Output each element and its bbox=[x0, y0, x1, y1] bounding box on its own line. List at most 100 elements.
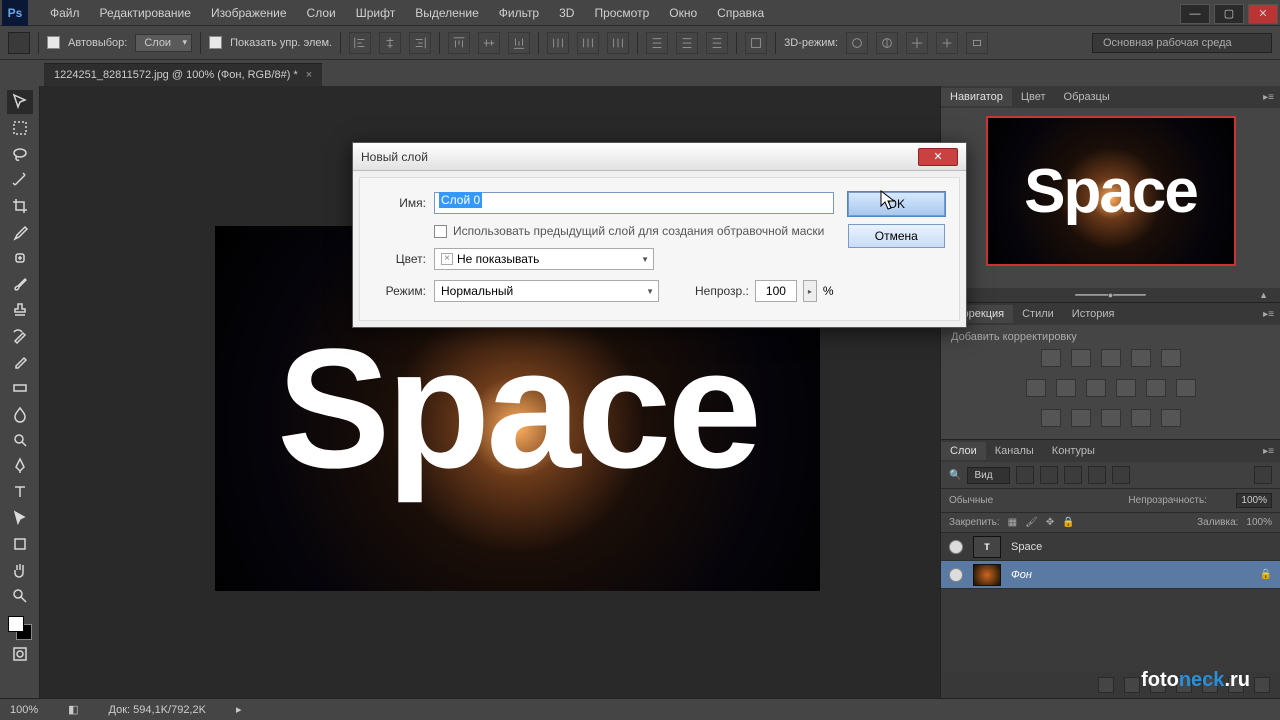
magic-wand-tool-icon[interactable] bbox=[7, 168, 33, 192]
navigator-thumbnail[interactable]: Space bbox=[986, 116, 1236, 266]
fill-value[interactable]: 100% bbox=[1246, 517, 1272, 528]
move-tool-icon[interactable] bbox=[7, 90, 33, 114]
adj-more-icon[interactable] bbox=[1176, 379, 1196, 397]
ok-button[interactable]: OK bbox=[848, 192, 945, 216]
filter-shape-icon[interactable] bbox=[1088, 466, 1106, 484]
history-brush-tool-icon[interactable] bbox=[7, 324, 33, 348]
tab-layers[interactable]: Слои bbox=[941, 442, 986, 460]
align-right-icon[interactable] bbox=[409, 32, 431, 54]
menu-select[interactable]: Выделение bbox=[405, 2, 489, 24]
visibility-icon[interactable] bbox=[949, 568, 963, 582]
tab-swatches[interactable]: Образцы bbox=[1055, 88, 1119, 106]
distribute-h3-icon[interactable] bbox=[607, 32, 629, 54]
blend-mode-dropdown[interactable]: Обычные bbox=[949, 495, 1099, 506]
document-tab[interactable]: 1224251_82811572.jpg @ 100% (Фон, RGB/8#… bbox=[44, 63, 322, 86]
menu-3d[interactable]: 3D bbox=[549, 2, 584, 24]
status-arrow-icon[interactable]: ▸ bbox=[236, 703, 242, 716]
color-dropdown[interactable]: ×Не показывать bbox=[434, 248, 654, 270]
distribute-v2-icon[interactable] bbox=[676, 32, 698, 54]
menu-filter[interactable]: Фильтр bbox=[489, 2, 549, 24]
tab-paths[interactable]: Контуры bbox=[1043, 442, 1104, 460]
collapse-adj-icon[interactable]: ▸≡ bbox=[1257, 309, 1280, 320]
adj-bw-icon[interactable] bbox=[1056, 379, 1076, 397]
filter-smart-icon[interactable] bbox=[1112, 466, 1130, 484]
navigator-zoom-slider[interactable]: ▲━━━━━━●━━━━━━▲ bbox=[941, 288, 1280, 302]
3d-pan-icon[interactable] bbox=[906, 32, 928, 54]
menu-file[interactable]: Файл bbox=[40, 2, 90, 24]
align-top-icon[interactable] bbox=[448, 32, 470, 54]
align-hcenter-icon[interactable] bbox=[379, 32, 401, 54]
adj-mixer-icon[interactable] bbox=[1116, 379, 1136, 397]
tab-navigator[interactable]: Навигатор bbox=[941, 88, 1012, 106]
current-tool-icon[interactable] bbox=[8, 32, 30, 54]
dialog-close-button[interactable]: ✕ bbox=[918, 148, 958, 166]
workspace-selector[interactable]: Основная рабочая среда bbox=[1092, 33, 1272, 53]
blur-tool-icon[interactable] bbox=[7, 402, 33, 426]
link-layers-icon[interactable] bbox=[1098, 677, 1114, 693]
gradient-tool-icon[interactable] bbox=[7, 376, 33, 400]
3d-zoom-icon[interactable] bbox=[966, 32, 988, 54]
distribute-h-icon[interactable] bbox=[547, 32, 569, 54]
lock-position-icon[interactable]: ✥ bbox=[1046, 517, 1054, 528]
clip-mask-checkbox[interactable] bbox=[434, 225, 447, 238]
align-vcenter-icon[interactable] bbox=[478, 32, 500, 54]
filter-type-icon[interactable] bbox=[1064, 466, 1082, 484]
doc-size-icon[interactable]: ◧ bbox=[68, 703, 78, 716]
layer-name-input[interactable]: Слой 0 bbox=[434, 192, 834, 214]
collapse-panel-icon[interactable]: ▸≡ bbox=[1257, 92, 1280, 103]
distribute-h2-icon[interactable] bbox=[577, 32, 599, 54]
close-tab-icon[interactable]: × bbox=[306, 69, 312, 81]
3d-roll-icon[interactable] bbox=[876, 32, 898, 54]
visibility-icon[interactable] bbox=[949, 540, 963, 554]
filter-toggle-icon[interactable] bbox=[1254, 466, 1272, 484]
tab-styles[interactable]: Стили bbox=[1013, 305, 1063, 323]
collapse-layers-icon[interactable]: ▸≡ bbox=[1257, 446, 1280, 457]
minimize-button[interactable]: — bbox=[1180, 4, 1210, 24]
lock-pixels-icon[interactable]: 🖌 bbox=[1025, 517, 1038, 528]
mode-dropdown[interactable]: Нормальный bbox=[434, 280, 659, 302]
adj-lookup-icon[interactable] bbox=[1146, 379, 1166, 397]
adj-gradmap-icon[interactable] bbox=[1131, 409, 1151, 427]
pen-tool-icon[interactable] bbox=[7, 454, 33, 478]
tab-history[interactable]: История bbox=[1063, 305, 1124, 323]
crop-tool-icon[interactable] bbox=[7, 194, 33, 218]
align-bottom-icon[interactable] bbox=[508, 32, 530, 54]
lock-transparent-icon[interactable]: ▦ bbox=[1008, 517, 1017, 528]
close-button[interactable]: ✕ bbox=[1248, 4, 1278, 24]
marquee-tool-icon[interactable] bbox=[7, 116, 33, 140]
adj-hue-icon[interactable] bbox=[1026, 379, 1046, 397]
zoom-tool-icon[interactable] bbox=[7, 584, 33, 608]
eraser-tool-icon[interactable] bbox=[7, 350, 33, 374]
healing-tool-icon[interactable] bbox=[7, 246, 33, 270]
3d-orbit-icon[interactable] bbox=[846, 32, 868, 54]
opacity-value[interactable]: 100% bbox=[1236, 493, 1272, 508]
tab-channels[interactable]: Каналы bbox=[986, 442, 1043, 460]
zoom-level[interactable]: 100% bbox=[10, 704, 38, 716]
adj-exposure-icon[interactable] bbox=[1131, 349, 1151, 367]
maximize-button[interactable]: ▢ bbox=[1214, 4, 1244, 24]
layer-row[interactable]: T Space bbox=[941, 533, 1280, 561]
lasso-tool-icon[interactable] bbox=[7, 142, 33, 166]
lock-all-icon[interactable]: 🔒 bbox=[1062, 517, 1074, 528]
delete-layer-icon[interactable] bbox=[1254, 677, 1270, 693]
dodge-tool-icon[interactable] bbox=[7, 428, 33, 452]
adj-selcolor-icon[interactable] bbox=[1161, 409, 1181, 427]
show-controls-checkbox[interactable] bbox=[209, 36, 222, 49]
quick-mask-icon[interactable] bbox=[7, 642, 33, 666]
layer-name[interactable]: Space bbox=[1011, 541, 1042, 553]
adj-poster-icon[interactable] bbox=[1071, 409, 1091, 427]
align-left-icon[interactable] bbox=[349, 32, 371, 54]
shape-tool-icon[interactable] bbox=[7, 532, 33, 556]
distribute-v-icon[interactable] bbox=[646, 32, 668, 54]
filter-pixel-icon[interactable] bbox=[1016, 466, 1034, 484]
adj-vibrance-icon[interactable] bbox=[1161, 349, 1181, 367]
distribute-v3-icon[interactable] bbox=[706, 32, 728, 54]
layer-name[interactable]: Фон bbox=[1011, 569, 1032, 581]
auto-select-dropdown[interactable]: Слои bbox=[135, 34, 192, 52]
stamp-tool-icon[interactable] bbox=[7, 298, 33, 322]
dlg-opacity-input[interactable] bbox=[755, 280, 797, 302]
menu-help[interactable]: Справка bbox=[707, 2, 774, 24]
menu-layers[interactable]: Слои bbox=[297, 2, 346, 24]
filter-adj-icon[interactable] bbox=[1040, 466, 1058, 484]
adj-levels-icon[interactable] bbox=[1071, 349, 1091, 367]
